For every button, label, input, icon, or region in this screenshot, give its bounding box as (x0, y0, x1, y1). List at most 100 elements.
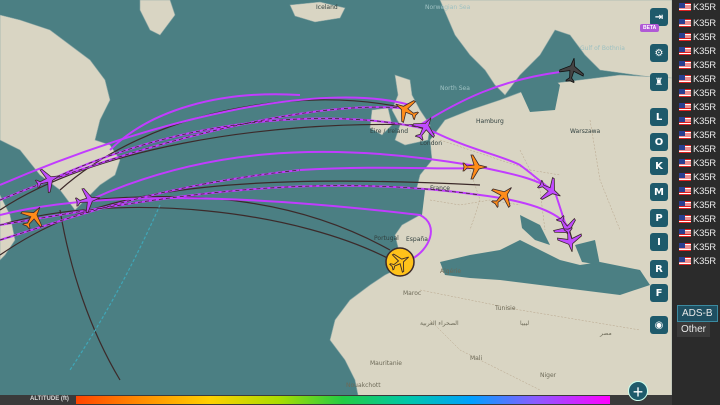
map-label-maroc: Maroc (403, 290, 422, 297)
map-label-mauritania: Mauritanie (370, 360, 402, 367)
map-label-sahara: الصحراء الغربية (420, 320, 459, 327)
callsign: K35R (693, 31, 716, 43)
map-label-espana: España (406, 236, 428, 243)
map-label-norwegian-sea: Norwegian Sea (425, 4, 471, 11)
aircraft-list-item[interactable]: K35R (679, 44, 716, 58)
us-flag-icon (679, 159, 691, 167)
track-dark-6 (59, 209, 121, 381)
toolbar-button-k[interactable]: K (650, 157, 668, 175)
altitude-color-scale (76, 396, 610, 404)
us-flag-icon (679, 47, 691, 55)
toolbar-button-f[interactable]: F (650, 284, 668, 302)
aircraft-list-item[interactable]: K35R (679, 86, 716, 100)
us-flag-icon (679, 61, 691, 69)
toolbar-button-r[interactable]: R (650, 260, 668, 278)
aircraft-list-item[interactable]: K35R (679, 198, 716, 212)
us-flag-icon (679, 243, 691, 251)
aircraft-list-item[interactable]: K35R (679, 58, 716, 72)
map-label-libya: ليبيا (520, 320, 530, 327)
aircraft-list-item[interactable]: K35R (679, 254, 716, 268)
altitude-legend: ALTITUDE (ft) (0, 395, 672, 405)
callsign: K35R (693, 143, 716, 155)
map-label-niger: Niger (540, 372, 557, 379)
map-label-warszawa: Warszawa (570, 128, 601, 135)
callsign: K35R (693, 73, 716, 85)
toolbar-button-l[interactable]: L (650, 108, 668, 126)
aircraft-list-item[interactable]: K35R (679, 240, 716, 254)
map-label-eire: Éire / Ireland (370, 128, 409, 135)
toolbar-button-i[interactable]: I (650, 233, 668, 251)
map-label-london: London (420, 140, 442, 147)
us-flag-icon (679, 19, 691, 27)
greenland-land (139, 0, 176, 36)
callsign: K35R (693, 59, 716, 71)
aircraft-list-panel: K35R K35R K35R K35R K35R K35R K35R K35R … (675, 0, 720, 405)
map-label-egypt: مصر (600, 330, 612, 337)
us-flag-icon (679, 75, 691, 83)
map-label-iceland: Iceland (316, 4, 338, 11)
replay-icon[interactable]: ◉ (650, 316, 668, 334)
filter-adsb-button[interactable]: ADS-B (677, 305, 718, 322)
us-flag-icon (679, 201, 691, 209)
aircraft-list-item[interactable]: K35R (679, 72, 716, 86)
callsign: K35R (693, 1, 716, 13)
zoom-in-button[interactable]: + (628, 381, 648, 402)
map-label-mali: Mali (470, 355, 483, 362)
settings-gear-icon[interactable]: ⚙ (650, 44, 668, 62)
us-flag-icon (679, 103, 691, 111)
callsign: K35R (693, 115, 716, 127)
track-dark-4 (89, 195, 391, 251)
north-america-land (0, 14, 121, 261)
callsign: K35R (693, 185, 716, 197)
aircraft-list-item[interactable]: K35R (679, 170, 716, 184)
aircraft-list-item[interactable]: K35R (679, 156, 716, 170)
toolbar-button-m[interactable]: M (650, 183, 668, 201)
layers-icon[interactable]: ♜ (650, 73, 668, 91)
callsign: K35R (693, 227, 716, 239)
map-canvas[interactable]: Iceland Norwegian Sea Gulf of Bothnia No… (0, 0, 672, 405)
map-label-gulf-bothnia: Gulf of Bothnia (580, 45, 625, 52)
callsign: K35R (693, 101, 716, 113)
track-teal (69, 204, 161, 371)
aircraft-list-item[interactable]: K35R (679, 212, 716, 226)
callsign: K35R (693, 129, 716, 141)
toolbar-button-p[interactable]: P (650, 209, 668, 227)
us-flag-icon (679, 145, 691, 153)
toolbar-button-o[interactable]: O (650, 133, 668, 151)
us-flag-icon (679, 229, 691, 237)
aircraft-list-item[interactable]: K35R (679, 114, 716, 128)
us-flag-icon (679, 187, 691, 195)
aircraft-list-item[interactable]: K35R (679, 226, 716, 240)
aircraft-list-item[interactable]: K35R (679, 184, 716, 198)
map-label-north-sea: North Sea (440, 85, 470, 92)
callsign: K35R (693, 157, 716, 169)
callsign: K35R (693, 255, 716, 267)
track-purple-4 (0, 197, 432, 261)
us-flag-icon (679, 173, 691, 181)
map-label-hamburg: Hamburg (476, 118, 504, 125)
map-label-nouakchott: Nouakchott (346, 382, 381, 389)
map-label-portugal: Portugal (374, 235, 399, 242)
aircraft-list-item[interactable]: K35R (679, 0, 716, 14)
callsign: K35R (693, 199, 716, 211)
aircraft-list-item[interactable]: K35R (679, 142, 716, 156)
callsign: K35R (693, 213, 716, 225)
us-flag-icon (679, 33, 691, 41)
us-flag-icon (679, 215, 691, 223)
callsign: K35R (693, 17, 716, 29)
callsign: K35R (693, 241, 716, 253)
aircraft-list-item[interactable]: K35R (679, 16, 716, 30)
aircraft-list-item[interactable]: K35R (679, 100, 716, 114)
map-label-tunisie: Tunisie (495, 305, 516, 312)
aircraft-list-item[interactable]: K35R (679, 128, 716, 142)
map-layer (0, 0, 672, 405)
us-flag-icon (679, 89, 691, 97)
callsign: K35R (693, 171, 716, 183)
us-flag-icon (679, 131, 691, 139)
callsign: K35R (693, 45, 716, 57)
aircraft-list-item[interactable]: K35R (679, 30, 716, 44)
callsign: K35R (693, 87, 716, 99)
selected-aircraft-icon (385, 247, 415, 277)
filter-other-button[interactable]: Other (677, 322, 711, 337)
map-label-algerie: Algérie (440, 268, 462, 275)
